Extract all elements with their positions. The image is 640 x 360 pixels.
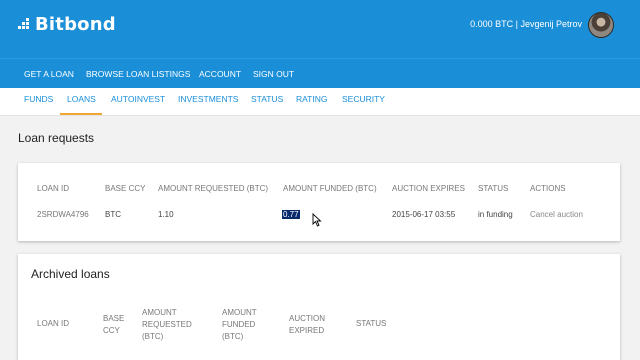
base-ccy-cell: BTC [105,210,121,219]
nav-account[interactable]: ACCOUNT [199,69,241,79]
amount-funded-cell[interactable]: 0.77 [282,210,300,219]
sub-nav: FUNDS LOANS AUTOINVEST INVESTMENTS STATU… [0,88,640,116]
auction-expires-cell: 2015-06-17 03:55 [392,210,456,219]
status-cell: in funding [478,210,513,219]
col-amount-funded: AMOUNT FUNDED (BTC) [283,184,377,193]
mouse-cursor-icon [312,213,322,227]
brand-name: Bitbond [35,14,116,35]
avatar[interactable] [588,12,614,38]
tab-loans[interactable]: LOANS [67,94,96,104]
col-loan-id: LOAN ID [37,184,70,193]
col-amount-requested: AMOUNT REQUESTED (BTC) [158,184,269,193]
archived-col-auction-expired: AUCTION EXPIRED [289,314,325,335]
col-status: STATUS [478,184,509,193]
nav-sign-out[interactable]: SIGN OUT [253,69,294,79]
archived-col-amount-requested: AMOUNT REQUESTED (BTC) [142,308,192,341]
logo-icon [18,17,32,32]
archived-loans-card: Archived loans LOAN ID BASE CCY AMOUNT R… [18,254,620,360]
cancel-auction-link[interactable]: Cancel auction [530,210,583,219]
nav-browse-loan-listings[interactable]: BROWSE LOAN LISTINGS [86,69,190,79]
tab-security[interactable]: SECURITY [342,94,385,104]
nav-get-a-loan[interactable]: GET A LOAN [24,69,74,79]
user-info[interactable]: 0.000 BTC | Jevgenij Petrov [470,19,582,29]
loan-requests-card: LOAN ID BASE CCY AMOUNT REQUESTED (BTC) … [18,163,620,241]
loan-requests-title: Loan requests [18,131,95,145]
archived-col-amount-funded: AMOUNT FUNDED (BTC) [222,308,257,341]
archived-col-base-ccy: BASE CCY [103,314,125,335]
tab-investments[interactable]: INVESTMENTS [178,94,238,104]
main-nav: GET A LOAN BROWSE LOAN LISTINGS ACCOUNT … [0,58,640,88]
archived-loans-title: Archived loans [31,267,110,281]
archived-col-status: STATUS [356,319,387,328]
top-bar: Bitbond 0.000 BTC | Jevgenij Petrov [0,0,640,58]
col-auction-expires: AUCTION EXPIRES [392,184,465,193]
active-tab-indicator [60,113,102,115]
tab-funds[interactable]: FUNDS [24,94,53,104]
col-actions: ACTIONS [530,184,566,193]
tab-autoinvest[interactable]: AUTOINVEST [111,94,165,104]
amount-requested-cell: 1.10 [158,210,174,219]
col-base-ccy: BASE CCY [105,184,146,193]
tab-rating[interactable]: RATING [296,94,327,104]
tab-status[interactable]: STATUS [251,94,283,104]
loan-id-cell: 2SRDWA4796 [37,210,89,219]
archived-col-loan-id: LOAN ID [37,319,70,328]
brand-logo[interactable]: Bitbond [18,14,116,35]
